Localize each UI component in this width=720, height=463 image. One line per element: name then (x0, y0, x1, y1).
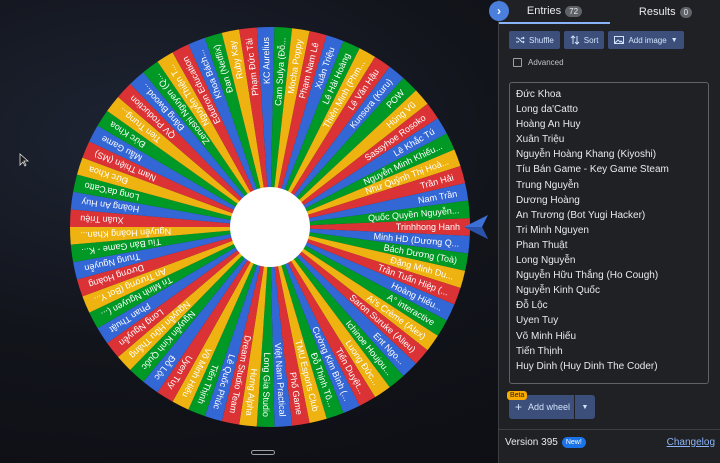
entry-line: Nguyễn Hữu Thắng (Ho Cough) (516, 270, 659, 282)
entry-line: An Trương (Bot Yugi Hacker) (516, 209, 646, 221)
add-wheel-label: Add wheel (528, 402, 571, 412)
version-label: Version 395 (505, 436, 558, 448)
sort-icon (570, 35, 580, 45)
entry-line: Long Nguyễn (516, 255, 576, 267)
wheel-pointer-icon (464, 215, 488, 239)
footer: Version 395 New! Changelog (499, 429, 720, 454)
shuffle-label: Shuffle (529, 35, 554, 45)
advanced-label: Advanced (528, 58, 564, 67)
sort-label: Sort (583, 35, 599, 45)
caret-down-icon: ▼ (581, 403, 589, 411)
sort-button[interactable]: Sort (563, 31, 605, 49)
entry-line: Huy Dinh (Huy Dinh The Coder) (516, 360, 658, 372)
mouse-cursor-icon (19, 153, 29, 167)
wheel-label: Long Gia Studio (261, 352, 272, 417)
entry-line: Phan Thuật (516, 239, 568, 251)
entry-line: Tíu Bán Game - Key Game Steam (516, 164, 669, 176)
collapse-panel-button[interactable]: › (489, 1, 509, 21)
entry-line: Long da'Catto (516, 104, 578, 116)
side-panel: Entries 72 Results 0 Shuffle Sort Add im… (498, 0, 720, 463)
entry-line: Xuân Triệu (516, 134, 565, 146)
tab-bar: Entries 72 Results 0 (499, 0, 720, 24)
beta-badge: Beta (507, 391, 528, 400)
tab-results[interactable]: Results 0 (610, 0, 720, 24)
changelog-link[interactable]: Changelog (667, 437, 715, 448)
wheel-label: Trinhhong Hanh (396, 222, 460, 232)
entry-line: Dương Hoàng (516, 194, 580, 206)
tab-entries[interactable]: Entries 72 (499, 0, 610, 24)
chevron-right-icon: › (497, 4, 501, 18)
results-count-badge: 0 (679, 6, 693, 18)
entry-line: Hoàng An Huy (516, 119, 581, 131)
entry-line: Uyen Tuy (516, 315, 559, 327)
wheel-label: Xuân Triệu (80, 214, 124, 226)
shuffle-icon (516, 36, 525, 44)
entries-count-badge: 72 (565, 5, 583, 17)
entries-textarea[interactable]: Đức Khoa Long da'Catto Hoàng An Huy Xuân Tr… (509, 82, 709, 384)
caret-down-icon: ▼ (670, 36, 678, 44)
advanced-toggle[interactable]: Advanced (513, 58, 564, 67)
entry-line: Võ Minh Hiếu (516, 330, 577, 342)
add-image-button[interactable]: Add image ▼ (608, 31, 684, 49)
plus-icon: + (515, 400, 523, 414)
entry-line: Đức Khoa (516, 89, 562, 100)
wheel-area: Trinhhong Hanh Minh HD (Dương Q... Bách Dư… (0, 0, 498, 463)
advanced-checkbox[interactable] (513, 58, 522, 67)
toolbar: Shuffle Sort Add image ▼ (509, 31, 684, 49)
entry-line: Trung Nguyễn (516, 179, 579, 191)
add-wheel-dropdown[interactable]: ▼ (575, 404, 595, 411)
add-image-label: Add image (628, 35, 667, 45)
entry-line: Tiến Thịnh (516, 345, 563, 357)
resize-handle[interactable] (251, 450, 275, 455)
shuffle-button[interactable]: Shuffle (509, 31, 560, 49)
wheel-center[interactable] (230, 187, 310, 267)
entry-line: Tri Minh Nguyen (516, 224, 589, 236)
entry-line: Đỗ Lộc (516, 300, 548, 312)
wheel-label: KC Aurelius (261, 36, 272, 84)
tab-results-label: Results (638, 6, 676, 18)
image-icon (614, 36, 625, 44)
entry-line: Nguyễn Hoàng Khang (Kiyoshi) (516, 149, 657, 161)
wheel[interactable]: Trinhhong HanhMinh HD (Dương Q...Bách Dư… (0, 0, 498, 463)
new-badge: New! (561, 436, 586, 448)
entry-line: Nguyễn Kinh Quốc (516, 285, 600, 297)
tab-entries-label: Entries (526, 5, 562, 17)
